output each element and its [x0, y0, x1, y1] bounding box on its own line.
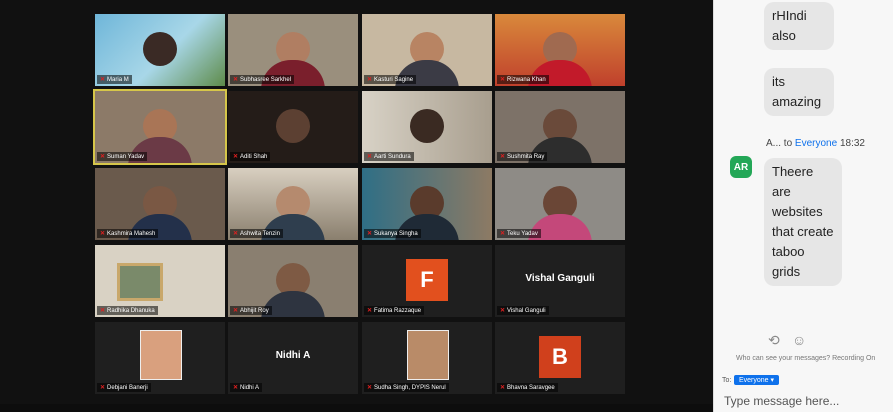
chat-input[interactable] [722, 392, 891, 410]
video-gallery: ✕ Maria M ✕ Subhasree Sarkhel ✕ Kasturi Sag… [0, 0, 713, 412]
add-reaction-icon[interactable]: ☺ [792, 332, 806, 348]
chat-message: rHIndi also [764, 2, 834, 50]
participant-tile[interactable]: ✕ Sukanya Singha [362, 168, 492, 240]
participant-tile[interactable]: ✕ Sushmita Ray [495, 91, 625, 163]
participant-name: ✕ Fatima Razzaque [364, 306, 425, 315]
participant-name: ✕ Teku Yadav [497, 229, 541, 238]
participant-tile[interactable]: Vishal Ganguli ✕ Vishal Ganguli [495, 245, 625, 317]
participant-tile[interactable]: ✕ Aarti Sundura [362, 91, 492, 163]
participant-name: ✕ Aarti Sundura [364, 152, 414, 161]
participant-tile[interactable]: ✕ Rizwana Khan [495, 14, 625, 86]
participant-name: ✕ Debjani Banerji [97, 383, 151, 392]
participant-name: ✕ Kashmira Mahesh [97, 229, 159, 238]
participant-name: ✕ Aditi Shah [230, 152, 271, 161]
participant-name: ✕ Sukanya Singha [364, 229, 421, 238]
participant-tile[interactable]: ✕ Teku Yadav [495, 168, 625, 240]
participant-tile[interactable]: ✕ Abhijit Roy [228, 245, 358, 317]
participant-name: ✕ Kasturi Sagine [364, 75, 417, 84]
participant-name: ✕ Vishal Ganguli [497, 306, 549, 315]
participant-tile[interactable]: ✕ Aditi Shah [228, 91, 358, 163]
meeting-toolbar [0, 404, 713, 412]
participant-tile[interactable]: ✕ Subhasree Sarkhel [228, 14, 358, 86]
participant-name: ✕ Ashwita Tenzin [230, 229, 283, 238]
reply-icon[interactable]: ⟲ [768, 332, 780, 349]
to-label: To: [722, 377, 732, 384]
participant-tile[interactable]: ✕ Kasturi Sagine [362, 14, 492, 86]
recipient-dropdown[interactable]: Everyone ▾ [734, 375, 780, 385]
chat-message: its amazing [764, 68, 834, 116]
participant-name: ✕ Bhavna Saravgee [497, 383, 558, 392]
profile-picture [140, 330, 182, 380]
message-meta: A... to Everyone 18:32 [766, 138, 865, 149]
participant-name: ✕ Sushmita Ray [497, 152, 548, 161]
participant-tile[interactable]: ✕ Maria M [95, 14, 225, 86]
participant-name: ✕ Nidhi A [230, 383, 263, 392]
participant-tile[interactable]: F ✕ Fatima Razzaque [362, 245, 492, 317]
chat-message: Theere are websites that create taboo gr… [764, 158, 842, 286]
participant-name: ✕ Rizwana Khan [497, 75, 549, 84]
participant-display-name: Nidhi A [275, 350, 311, 361]
chat-panel: rHIndi also its amazing A... to Everyone… [713, 0, 893, 412]
participant-name: ✕ Sudha Singh, DYPIS Nerul [364, 383, 449, 392]
avatar: AR [730, 156, 752, 178]
participant-name: ✕ Subhasree Sarkhel [230, 75, 295, 84]
participant-name: ✕ Suman Yadav [97, 152, 148, 161]
participant-tile[interactable]: ✕ Radhika Dhanuka [95, 245, 225, 317]
profile-picture [407, 330, 449, 380]
avatar-initial: F [406, 259, 448, 301]
participant-tile[interactable]: ✕ Kashmira Mahesh [95, 168, 225, 240]
participant-display-name: Vishal Ganguli [525, 273, 595, 284]
participant-tile[interactable]: Nidhi A ✕ Nidhi A [228, 322, 358, 394]
participant-name: ✕ Maria M [97, 75, 132, 84]
participant-tile-active-speaker[interactable]: ✕ Suman Yadav [93, 89, 227, 165]
participant-name: ✕ Radhika Dhanuka [97, 306, 158, 315]
participant-tile[interactable]: ✕ Sudha Singh, DYPIS Nerul [362, 322, 492, 394]
participant-tile[interactable]: B ✕ Bhavna Saravgee [495, 322, 625, 394]
participant-tile[interactable]: ✕ Debjani Banerji [95, 322, 225, 394]
privacy-note[interactable]: Who can see your messages? Recording On [736, 355, 875, 362]
participant-tile[interactable]: ✕ Ashwita Tenzin [228, 168, 358, 240]
participant-name: ✕ Abhijit Roy [230, 306, 272, 315]
recipient-link[interactable]: Everyone [795, 138, 837, 149]
avatar-initial: B [539, 336, 581, 378]
